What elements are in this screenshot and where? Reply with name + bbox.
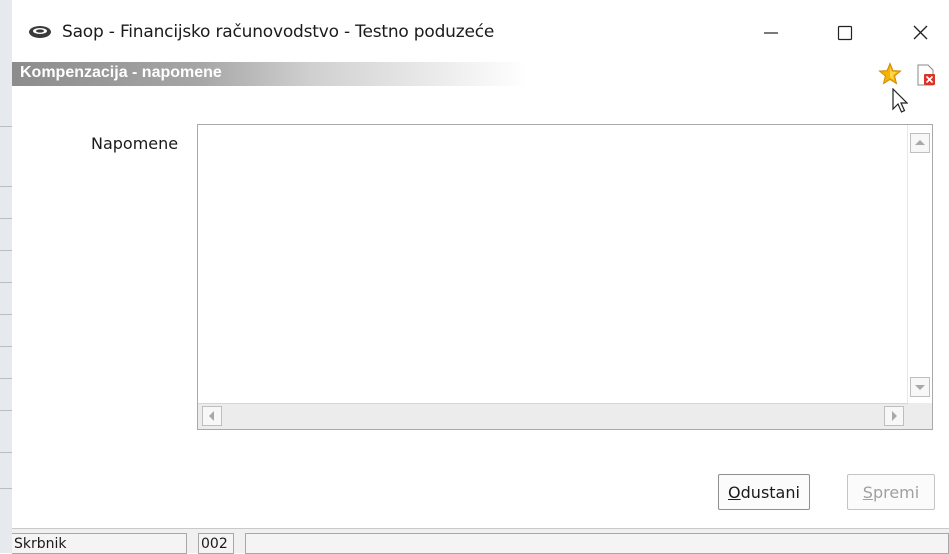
vertical-scrollbar[interactable] xyxy=(907,125,932,405)
dialog-window: Saop - Financijsko računovodstvo - Testn… xyxy=(12,0,949,554)
status-code: 002 xyxy=(198,533,234,554)
close-icon xyxy=(913,25,928,40)
app-logo-icon xyxy=(29,26,51,38)
arrow-right-icon xyxy=(892,411,897,421)
cancel-button[interactable]: Odustani xyxy=(718,474,810,510)
arrow-up-icon xyxy=(915,140,925,145)
title-bar[interactable]: Saop - Financijsko računovodstvo - Testn… xyxy=(12,0,949,62)
scroll-up-button[interactable] xyxy=(910,133,930,153)
scroll-right-button[interactable] xyxy=(884,406,904,426)
scroll-left-button[interactable] xyxy=(202,406,222,426)
arrow-down-icon xyxy=(915,385,925,390)
status-user: Skrbnik xyxy=(12,533,187,554)
arrow-left-icon xyxy=(209,411,214,421)
scrollbar-corner xyxy=(908,403,932,429)
star-icon[interactable] xyxy=(878,62,902,86)
window-title: Saop - Financijsko računovodstvo - Testn… xyxy=(62,22,495,42)
status-message xyxy=(245,533,949,554)
minimize-icon xyxy=(764,32,778,34)
save-button[interactable]: Spremi xyxy=(847,474,935,510)
status-bar: Skrbnik 002 xyxy=(12,528,949,554)
close-document-icon[interactable] xyxy=(916,64,936,86)
save-label: premi xyxy=(872,482,920,502)
notes-label: Napomene xyxy=(91,134,179,153)
mouse-cursor-icon xyxy=(892,88,908,113)
maximize-icon xyxy=(837,25,853,41)
maximize-button[interactable] xyxy=(822,14,868,50)
minimize-button[interactable] xyxy=(748,14,794,50)
horizontal-scrollbar[interactable] xyxy=(198,403,909,429)
dialog-header: Kompenzacija - napomene xyxy=(12,62,949,86)
save-mnemonic: S xyxy=(862,482,873,502)
close-window-button[interactable] xyxy=(898,14,944,50)
cancel-label: dustani xyxy=(740,482,800,502)
notes-textarea[interactable] xyxy=(197,124,933,430)
cancel-mnemonic: O xyxy=(728,482,741,502)
scroll-down-button[interactable] xyxy=(910,377,930,397)
dialog-title: Kompenzacija - napomene xyxy=(20,64,222,81)
